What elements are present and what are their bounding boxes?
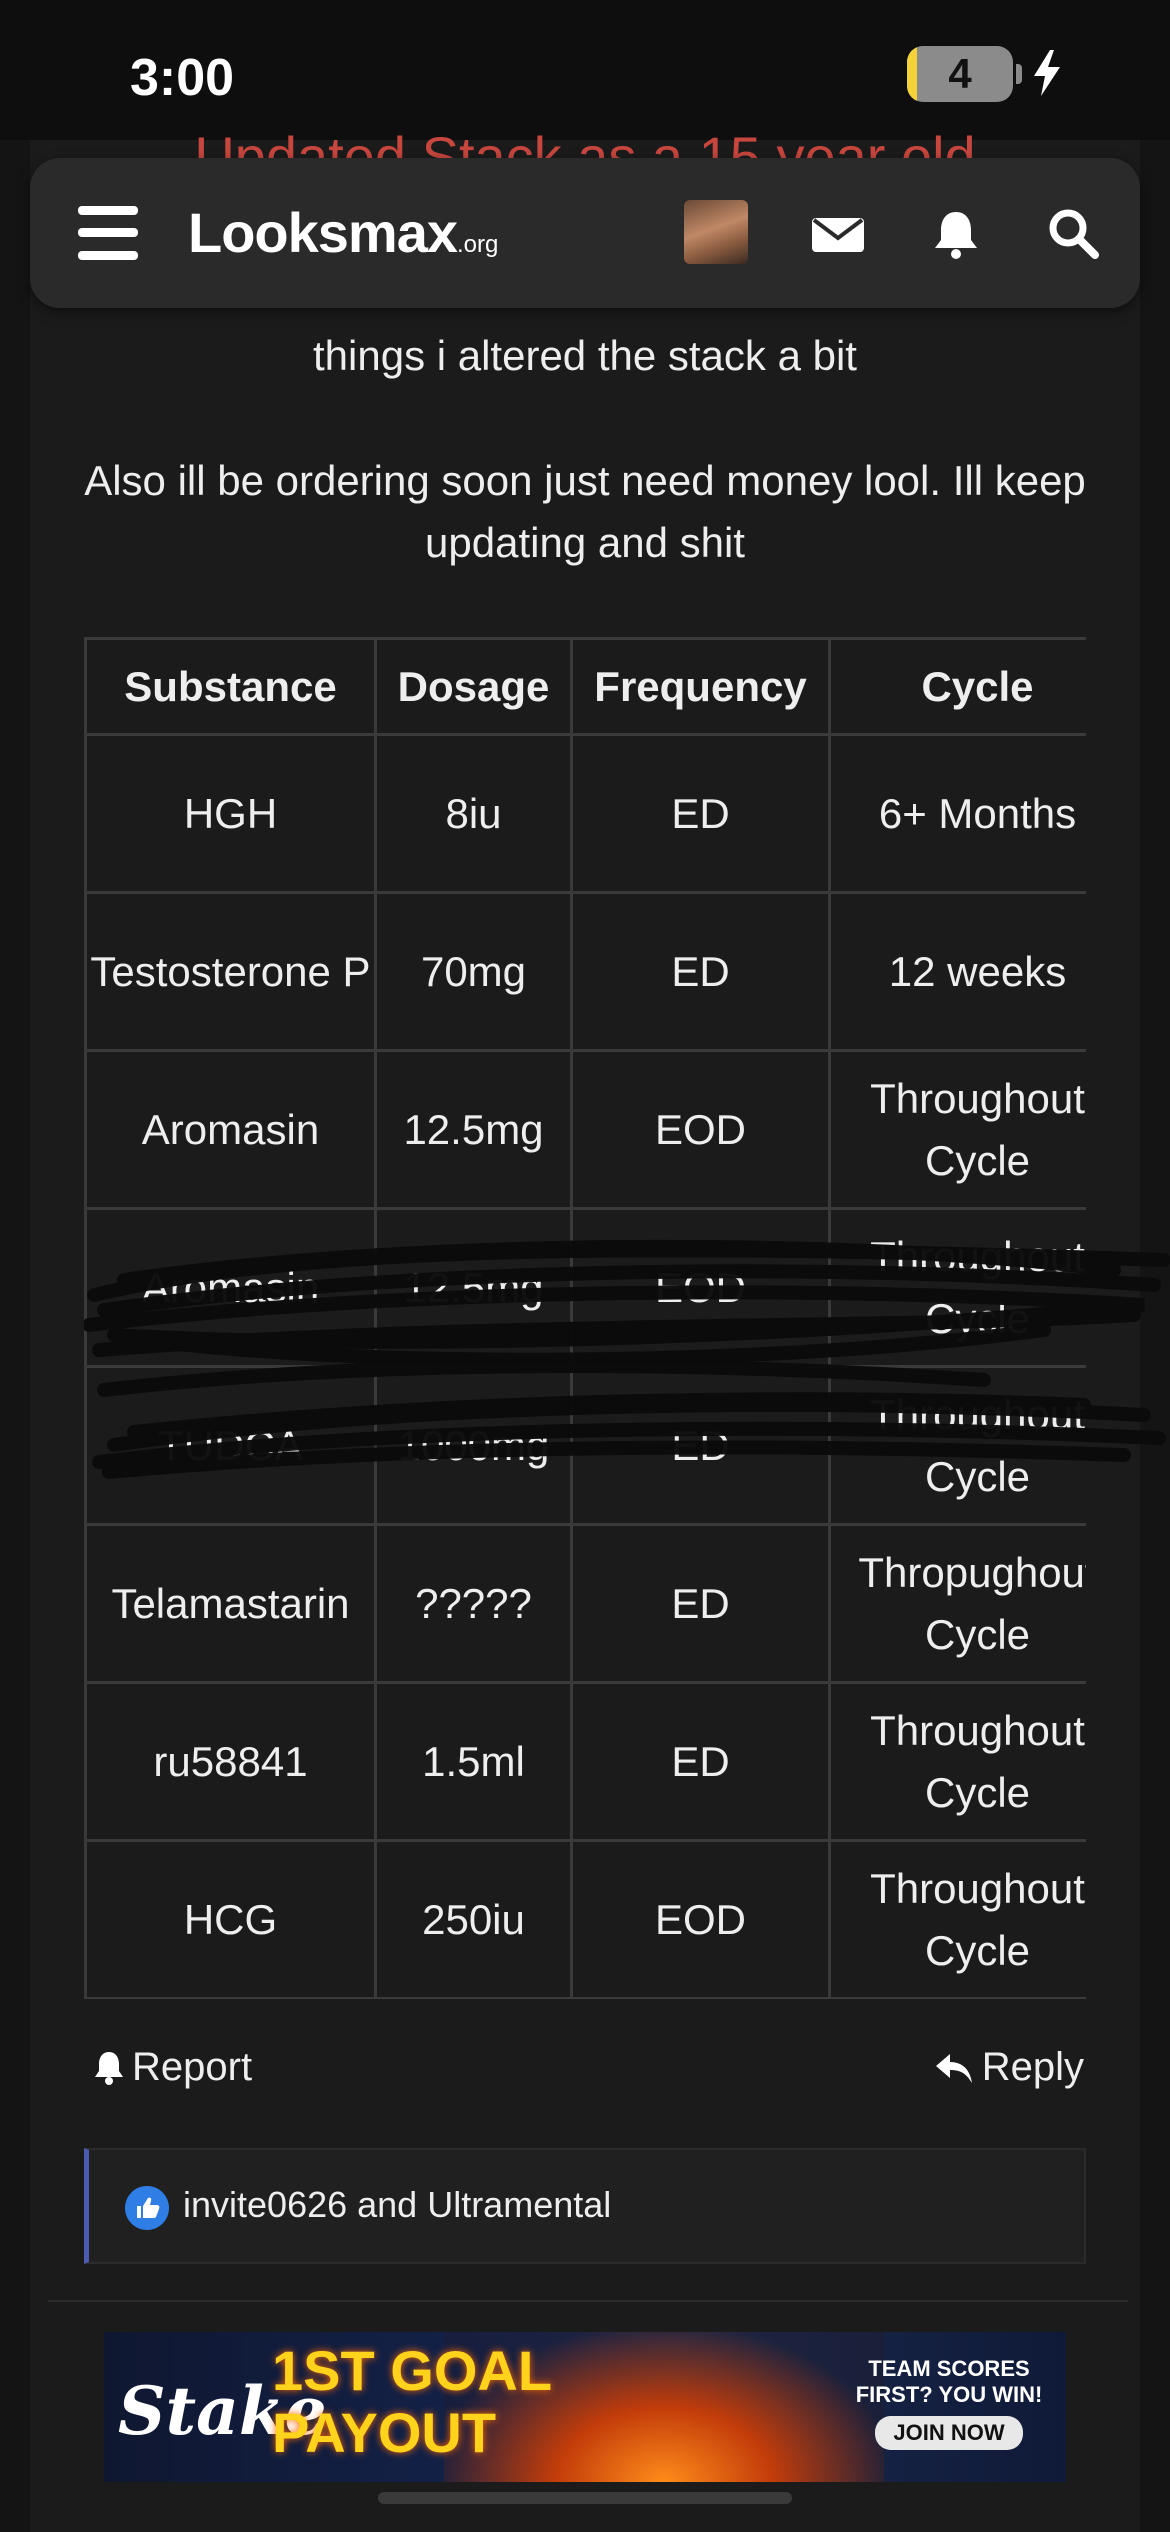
ad-headline: 1ST GOAL PAYOUT	[272, 2339, 553, 2464]
ad-join-button[interactable]: JOIN NOW	[875, 2416, 1023, 2450]
table-cell: ED	[570, 1681, 831, 1842]
table-cell: Throughout Cycle	[828, 1365, 1086, 1526]
status-bar: 3:00 4	[0, 0, 1170, 140]
reply-label: Reply	[981, 2045, 1084, 2089]
thumbs-up-icon	[125, 2186, 169, 2230]
battery-level: 4	[948, 50, 972, 97]
table-cell: 12 weeks	[828, 891, 1086, 1052]
report-label: Report	[132, 2045, 253, 2089]
table-row: Telamastarin ????? ED Thropughout Cycle	[84, 1523, 1086, 1684]
table-cell: EOD	[570, 1049, 831, 1210]
table-cell: Throughout Cycle	[828, 1681, 1086, 1842]
notifications-bell-icon[interactable]	[928, 206, 984, 262]
search-icon[interactable]	[1046, 206, 1102, 262]
table-cell: 8iu	[374, 733, 573, 894]
table-cell: Aromasin	[84, 1049, 377, 1210]
report-button[interactable]: Report	[92, 2045, 252, 2090]
table-row: Testosterone P 70mg ED 12 weeks	[84, 891, 1086, 1052]
stack-table: Substance Dosage Frequency Cycle HGH 8iu…	[84, 637, 1086, 1999]
table-cell: Aromasin	[84, 1207, 377, 1368]
reactions-bar[interactable]: invite0626 and Ultramental	[84, 2148, 1086, 2264]
site-header: Looksmax.org	[30, 158, 1140, 308]
column-header-frequency: Frequency	[570, 637, 831, 736]
table-cell: 6+ Months	[828, 733, 1086, 894]
table-cell: EOD	[570, 1839, 831, 1999]
post-paragraph: things i altered the stack a bit	[313, 332, 857, 379]
table-row: HCG 250iu EOD Throughout Cycle	[84, 1839, 1086, 1999]
table-cell: 70mg	[374, 891, 573, 1052]
table-row: TUDCA 1000mg ED Throughout Cycle	[84, 1365, 1086, 1526]
table-row: Aromasin 12.5mg EOD Throughout Cycle	[84, 1049, 1086, 1210]
table-cell: HCG	[84, 1839, 377, 1999]
post-paragraph: Also ill be ordering soon just need mone…	[84, 457, 1086, 566]
table-row: Aromasin 12.5mg EOD Throughout Cycle	[84, 1207, 1086, 1368]
table-cell: Throughout Cycle	[828, 1207, 1086, 1368]
ad-banner[interactable]: Stake 1ST GOAL PAYOUT TEAM SCORES FIRST?…	[104, 2332, 1066, 2482]
table-cell: 12.5mg	[374, 1207, 573, 1368]
table-cell: HGH	[84, 733, 377, 894]
ad-side-text: TEAM SCORES FIRST? YOU WIN! JOIN NOW	[849, 2356, 1049, 2450]
table-cell: ED	[570, 733, 831, 894]
table-cell: ED	[570, 1365, 831, 1526]
status-time: 3:00	[130, 49, 235, 107]
table-cell: 12.5mg	[374, 1049, 573, 1210]
thread-title: Updated Stack as a 15 year old	[194, 125, 976, 160]
table-cell: Throughout Cycle	[828, 1839, 1086, 1999]
table-cell: ED	[570, 891, 831, 1052]
table-cell: ?????	[374, 1523, 573, 1684]
table-header-row: Substance Dosage Frequency Cycle	[84, 637, 1086, 736]
table-cell: TUDCA	[84, 1365, 377, 1526]
user-avatar[interactable]	[684, 200, 748, 264]
site-logo[interactable]: Looksmax.org	[188, 200, 498, 265]
post-divider	[48, 2300, 1128, 2302]
menu-icon[interactable]	[78, 206, 138, 260]
mail-icon[interactable]	[810, 206, 866, 262]
battery-icon: 4	[907, 46, 1013, 102]
reply-button[interactable]: Reply	[934, 2045, 1084, 2090]
stack-table-container[interactable]: Substance Dosage Frequency Cycle HGH 8iu…	[84, 637, 1086, 1999]
table-cell: 250iu	[374, 1839, 573, 1999]
reactions-users[interactable]: invite0626 and Ultramental	[183, 2184, 611, 2226]
table-cell: ru58841	[84, 1681, 377, 1842]
table-cell: 1.5ml	[374, 1681, 573, 1842]
charging-bolt-icon	[1034, 50, 1060, 96]
table-cell: Testosterone P	[84, 891, 377, 1052]
table-cell: ED	[570, 1523, 831, 1684]
home-indicator[interactable]	[378, 2492, 792, 2504]
column-header-substance: Substance	[84, 637, 377, 736]
reply-arrow-icon	[935, 2053, 972, 2083]
bell-icon	[95, 2051, 123, 2085]
table-cell: 1000mg	[374, 1365, 573, 1526]
table-cell: EOD	[570, 1207, 831, 1368]
table-row: HGH 8iu ED 6+ Months	[84, 733, 1086, 894]
column-header-dosage: Dosage	[374, 637, 573, 736]
table-cell: Telamastarin	[84, 1523, 377, 1684]
table-row: ru58841 1.5ml ED Throughout Cycle	[84, 1681, 1086, 1842]
column-header-cycle: Cycle	[828, 637, 1086, 736]
table-cell: Thropughout Cycle	[828, 1523, 1086, 1684]
table-cell: Throughout Cycle	[828, 1049, 1086, 1210]
